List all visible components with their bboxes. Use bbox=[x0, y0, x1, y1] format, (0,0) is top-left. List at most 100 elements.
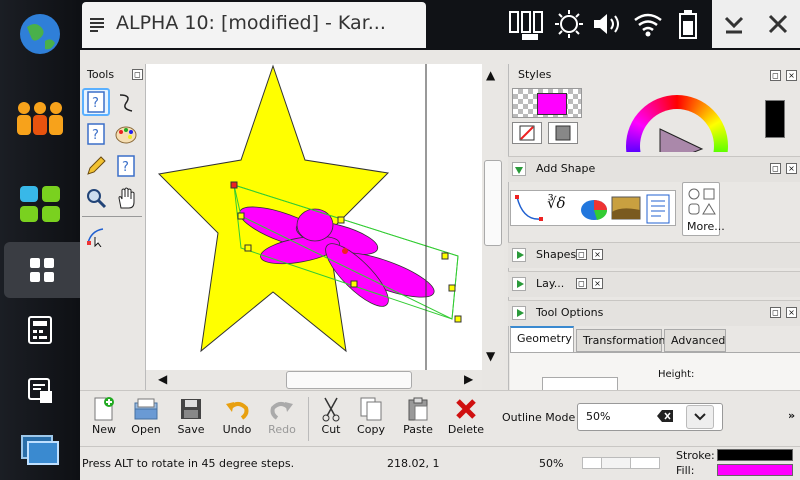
delete-label: Delete bbox=[447, 423, 485, 436]
undo-button[interactable]: Undo bbox=[215, 395, 259, 443]
add-shape-float-icon[interactable]: ◻ bbox=[770, 163, 781, 174]
network-icon[interactable] bbox=[508, 10, 544, 43]
save-button[interactable]: Save bbox=[169, 395, 213, 443]
contacts-icon[interactable] bbox=[8, 90, 72, 146]
shapes-close-icon[interactable]: × bbox=[592, 249, 603, 260]
tools-divider bbox=[82, 216, 142, 217]
tool-options-float-icon[interactable]: ◻ bbox=[770, 307, 781, 318]
paste-icon bbox=[396, 395, 440, 423]
node-edit-tool-icon[interactable] bbox=[82, 222, 110, 250]
apps-icon[interactable] bbox=[8, 176, 72, 232]
browser-icon[interactable] bbox=[8, 6, 72, 62]
switcher-icon[interactable] bbox=[8, 422, 72, 478]
tasks-icon[interactable] bbox=[8, 362, 72, 418]
picture-shape-icon[interactable] bbox=[611, 196, 641, 220]
add-shape-close-icon[interactable]: × bbox=[786, 163, 797, 174]
layers-header[interactable]: Lay... ◻ × bbox=[508, 271, 800, 297]
horizontal-scrollbar[interactable]: ◀ ▶ bbox=[146, 370, 482, 390]
solid-fill-button[interactable] bbox=[548, 122, 578, 144]
vertical-scrollbar[interactable]: ▲ ▼ bbox=[482, 64, 504, 370]
clear-icon[interactable] bbox=[656, 408, 674, 427]
main-toolbar: New Open Save Undo Redo Cut Copy Paste D… bbox=[80, 390, 800, 446]
menu-icon[interactable] bbox=[88, 17, 106, 36]
overflow-icon[interactable]: » bbox=[788, 409, 795, 422]
height-label: Height: bbox=[658, 369, 695, 380]
zoom-slider-thumb[interactable] bbox=[601, 458, 631, 468]
new-button[interactable]: New bbox=[82, 395, 126, 443]
vertical-scroll-thumb[interactable] bbox=[484, 160, 502, 246]
desktop-icon[interactable] bbox=[4, 242, 80, 298]
expand-icon[interactable] bbox=[512, 306, 526, 320]
more-shapes-label: More... bbox=[687, 220, 725, 233]
delete-button[interactable]: Delete bbox=[444, 395, 488, 443]
text-help-tool-icon[interactable]: ? bbox=[112, 152, 140, 180]
open-button[interactable]: Open bbox=[124, 395, 168, 443]
outline-mode-label: Outline Mode bbox=[502, 411, 576, 424]
star-shape bbox=[157, 64, 390, 353]
new-label: New bbox=[92, 423, 116, 436]
shapes-header[interactable]: Shapes ◻ × bbox=[508, 242, 800, 268]
zoom-tool-icon[interactable] bbox=[82, 184, 110, 212]
zoom-slider[interactable] bbox=[582, 457, 660, 469]
volume-icon[interactable] bbox=[591, 10, 623, 41]
stroke-swatch[interactable] bbox=[765, 100, 785, 138]
delete-icon bbox=[444, 395, 488, 423]
zoom-value[interactable]: 50% bbox=[586, 410, 610, 423]
formula-shape-icon[interactable]: ∛δ bbox=[547, 194, 566, 212]
status-stroke-swatch[interactable] bbox=[717, 449, 793, 461]
cut-button[interactable]: Cut bbox=[309, 395, 353, 443]
wifi-icon[interactable] bbox=[632, 10, 664, 41]
paste-button[interactable]: Paste bbox=[396, 395, 440, 443]
battery-icon[interactable] bbox=[677, 8, 699, 43]
geometry-field[interactable] bbox=[542, 377, 618, 390]
bezier-tool-icon[interactable] bbox=[112, 88, 140, 116]
drawing-canvas[interactable] bbox=[146, 64, 482, 370]
curve-shape-icon[interactable] bbox=[513, 193, 545, 223]
redo-button[interactable]: Redo bbox=[260, 395, 304, 443]
open-icon bbox=[124, 395, 168, 423]
expand-icon[interactable] bbox=[512, 162, 526, 176]
styles-close-icon[interactable]: × bbox=[786, 70, 797, 81]
tab-geometry-label: Geometry bbox=[517, 332, 572, 345]
tab-geometry[interactable]: Geometry bbox=[510, 326, 574, 352]
fill-swatch[interactable] bbox=[537, 93, 567, 115]
horizontal-scroll-thumb[interactable] bbox=[286, 371, 412, 389]
no-fill-button[interactable] bbox=[512, 122, 542, 144]
minimize-icon[interactable] bbox=[722, 12, 746, 39]
chevron-down-icon[interactable] bbox=[686, 405, 714, 429]
close-icon[interactable] bbox=[766, 12, 790, 39]
pan-tool-icon[interactable] bbox=[112, 184, 140, 212]
zoom-combo[interactable]: 50% bbox=[577, 403, 723, 431]
more-shapes-button[interactable]: More... bbox=[682, 182, 725, 236]
palette-tool-icon[interactable] bbox=[112, 120, 140, 148]
style-preview[interactable] bbox=[512, 88, 582, 118]
pencil-tool-icon[interactable] bbox=[82, 152, 110, 180]
geometry-tab-content: Height: bbox=[510, 352, 800, 390]
default-tool-icon[interactable]: ? bbox=[82, 88, 110, 116]
scroll-right-icon[interactable]: ▶ bbox=[464, 372, 473, 386]
styles-float-icon[interactable]: ◻ bbox=[770, 70, 781, 81]
tab-transformation[interactable]: Transformation bbox=[576, 329, 666, 352]
status-fill-swatch[interactable] bbox=[717, 464, 793, 476]
shapes-float-icon[interactable]: ◻ bbox=[576, 249, 587, 260]
tool-options-close-icon[interactable]: × bbox=[786, 307, 797, 318]
add-shape-header[interactable]: Add Shape ◻ × bbox=[508, 156, 800, 182]
brightness-icon[interactable] bbox=[553, 8, 585, 43]
text-shape-icon[interactable] bbox=[645, 194, 673, 224]
tool-options-header[interactable]: Tool Options ◻ × bbox=[508, 300, 800, 326]
scroll-up-icon[interactable]: ▲ bbox=[486, 68, 495, 82]
float-icon[interactable]: ◻ bbox=[132, 69, 143, 80]
tab-advanced[interactable]: Advanced bbox=[664, 329, 726, 352]
chart-shape-icon[interactable] bbox=[579, 194, 609, 222]
scroll-down-icon[interactable]: ▼ bbox=[486, 349, 495, 363]
layers-float-icon[interactable]: ◻ bbox=[576, 278, 587, 289]
copy-button[interactable]: Copy bbox=[349, 395, 393, 443]
help-tool-icon[interactable]: ? bbox=[82, 120, 110, 148]
scroll-left-icon[interactable]: ◀ bbox=[158, 372, 167, 386]
expand-icon[interactable] bbox=[512, 248, 526, 262]
expand-icon[interactable] bbox=[512, 277, 526, 291]
calculator-icon[interactable] bbox=[8, 302, 72, 358]
color-wheel[interactable] bbox=[626, 95, 728, 152]
layers-close-icon[interactable]: × bbox=[592, 278, 603, 289]
svg-text:?: ? bbox=[122, 160, 129, 175]
